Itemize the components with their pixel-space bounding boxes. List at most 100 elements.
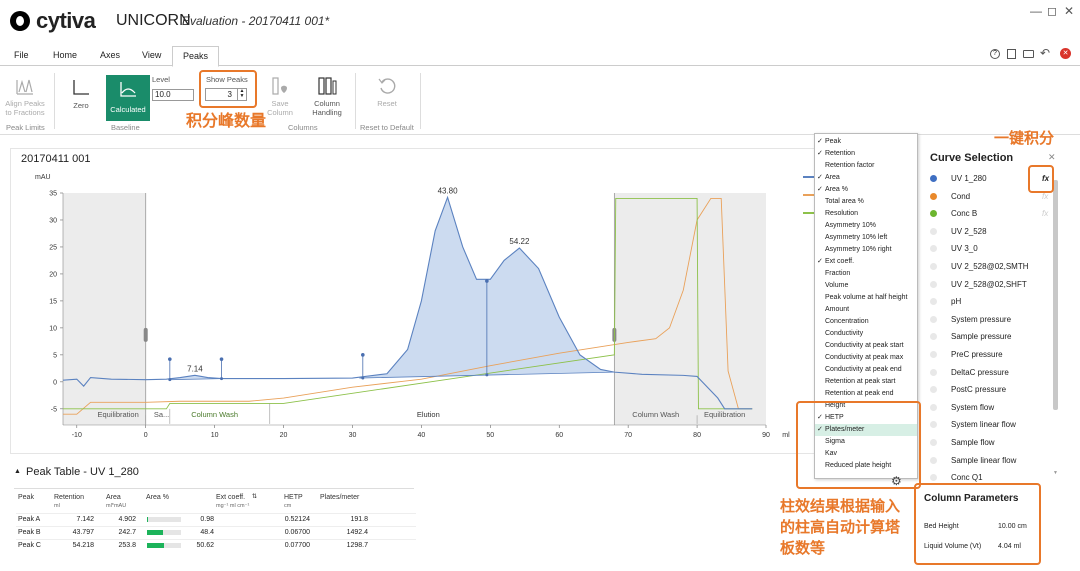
collapse-icon[interactable]: ▲ xyxy=(14,468,21,475)
curve-item[interactable]: System flow xyxy=(930,401,1050,415)
menu-file[interactable]: File xyxy=(14,50,29,60)
x-tick-label: 10 xyxy=(211,432,219,439)
menu-option[interactable]: ✓ Area xyxy=(815,172,917,184)
calculated-button[interactable]: Calculated xyxy=(106,75,150,121)
y-tick-label: 20 xyxy=(49,271,57,278)
menu-option-label: Volume xyxy=(825,282,849,289)
curve-color-dot-icon xyxy=(930,280,937,288)
curve-item-label: UV 3_0 xyxy=(951,244,978,254)
menu-option-label: Area xyxy=(825,174,840,181)
curve-item[interactable]: UV 2_528 xyxy=(930,225,1050,239)
menu-option[interactable]: Volume xyxy=(815,280,917,292)
menu-bar: File Home Axes View Peaks xyxy=(0,44,1080,67)
fx-integrate-icon[interactable]: fx xyxy=(1042,207,1048,221)
check-icon: ✓ xyxy=(817,174,823,181)
check-icon: ✓ xyxy=(817,138,823,145)
column-handling-button[interactable]: Column Handling xyxy=(306,99,348,117)
y-axis-label: mAU xyxy=(35,174,51,181)
x-tick-label: 80 xyxy=(693,432,701,439)
reset-button[interactable]: Reset xyxy=(370,99,404,108)
one-click-annotation: 一键积分 xyxy=(994,130,1055,147)
curve-item[interactable]: DeltaC pressure xyxy=(930,366,1050,380)
curve-color-dot-icon xyxy=(930,175,937,182)
curve-color-dot-icon xyxy=(930,315,937,323)
area-cell: 253.8 xyxy=(118,542,136,549)
retention-cell: 54.218 xyxy=(72,542,94,549)
y-tick-label: 30 xyxy=(49,217,57,224)
align-peaks-button[interactable]: Align Peaks to Fractions xyxy=(2,99,48,117)
save-column-button[interactable]: Save Column xyxy=(262,99,298,117)
curve-item[interactable]: UV 2_528@02,SMTH xyxy=(930,260,1050,274)
curve-item[interactable]: UV 2_528@02,SHFT xyxy=(930,278,1050,292)
close-document-icon[interactable]: ✕ xyxy=(1060,48,1071,59)
menu-home[interactable]: Home xyxy=(53,50,77,60)
col-header-retention: Retention xyxy=(54,494,84,501)
menu-option[interactable]: ✓ Ext coeff. xyxy=(815,256,917,268)
save-column-icon xyxy=(272,77,287,95)
print-icon[interactable] xyxy=(1023,50,1034,58)
menu-option[interactable]: Fraction xyxy=(815,268,917,280)
sort-icon: ⇅ xyxy=(252,494,258,500)
menu-option[interactable]: Asymmetry 10% xyxy=(815,220,917,232)
menu-option[interactable]: Retention at peak end xyxy=(815,388,917,400)
curve-item-label: PostC pressure xyxy=(951,385,1007,395)
fx-highlight xyxy=(1028,165,1054,193)
menu-option-label: Conductivity at peak max xyxy=(825,354,904,361)
curve-item-label: System linear flow xyxy=(951,420,1016,430)
help-icon[interactable]: ? xyxy=(990,49,1000,59)
menu-option[interactable]: ✓ Peak xyxy=(815,136,917,148)
menu-option-label: Fraction xyxy=(825,270,851,277)
range-handle xyxy=(143,327,148,342)
menu-option[interactable]: Conductivity at peak start xyxy=(815,340,917,352)
menu-option[interactable]: ✓ Area % xyxy=(815,184,917,196)
ribbon-toolbar: Align Peaks to Fractions Peak Limits Zer… xyxy=(0,67,1080,135)
curve-item[interactable]: Sample linear flow xyxy=(930,454,1050,468)
menu-option[interactable]: Total area % xyxy=(815,196,917,208)
menu-option[interactable]: Asymmetry 10% right xyxy=(815,244,917,256)
undo-icon[interactable]: ↶ xyxy=(1040,46,1050,60)
menu-option[interactable]: Conductivity xyxy=(815,328,917,340)
curve-item[interactable]: System pressure xyxy=(930,313,1050,327)
curve-list-scrollbar[interactable] xyxy=(1053,180,1058,410)
scroll-down-icon[interactable]: ▼ xyxy=(1053,470,1058,476)
menu-option[interactable]: ✓ Retention xyxy=(815,148,917,160)
minimize-button[interactable]: — xyxy=(1030,4,1042,18)
phase-label: Sa... xyxy=(154,410,169,419)
close-window-button[interactable]: ✕ xyxy=(1064,4,1074,18)
menu-option-label: Asymmetry 10% right xyxy=(825,246,892,253)
curve-item[interactable]: Sample pressure xyxy=(930,330,1050,344)
menu-option[interactable]: Peak volume at half height xyxy=(815,292,917,304)
y-tick-label: 10 xyxy=(49,325,57,332)
curve-item[interactable]: UV 3_0 xyxy=(930,242,1050,256)
menu-option[interactable]: Concentration xyxy=(815,316,917,328)
curve-item[interactable]: pH xyxy=(930,295,1050,309)
curve-item[interactable]: PreC pressure xyxy=(930,348,1050,362)
zero-button[interactable]: Zero xyxy=(64,101,98,110)
save-icon[interactable] xyxy=(1007,49,1016,59)
menu-option[interactable]: Amount xyxy=(815,304,917,316)
menu-axes[interactable]: Axes xyxy=(100,50,120,60)
menu-option[interactable]: Retention at peak start xyxy=(815,376,917,388)
menu-option-label: Concentration xyxy=(825,318,869,325)
curve-item[interactable]: Sample flow xyxy=(930,436,1050,450)
maximize-button[interactable]: ◻ xyxy=(1047,4,1057,18)
plates-cell: 191.8 xyxy=(350,516,368,523)
menu-option[interactable]: Conductivity at peak max xyxy=(815,352,917,364)
curve-item[interactable]: System linear flow xyxy=(930,418,1050,432)
curve-item[interactable]: PostC pressure xyxy=(930,383,1050,397)
peak-limit-dot xyxy=(220,377,224,381)
level-input[interactable]: 10.0 xyxy=(152,89,194,101)
menu-option[interactable]: Retention factor xyxy=(815,160,917,172)
menu-option[interactable]: Asymmetry 10% left xyxy=(815,232,917,244)
curve-item-label: DeltaC pressure xyxy=(951,367,1009,377)
curve-item[interactable]: Conc B fx xyxy=(930,207,1050,221)
menu-option-label: Amount xyxy=(825,306,850,313)
close-panel-icon[interactable]: ✕ xyxy=(1048,152,1056,163)
chromatogram-chart[interactable]: -5 0 5 10 15 20 25 30 35 -10 0 10 20 30 40 50 60 70 80 90 mA… xyxy=(11,149,911,455)
curve-item-label: PreC pressure xyxy=(951,350,1003,359)
menu-peaks[interactable]: Peaks xyxy=(172,46,220,67)
col-header-plates: Plates/meter xyxy=(320,494,360,501)
menu-view[interactable]: View xyxy=(142,50,161,60)
menu-option[interactable]: Conductivity at peak end xyxy=(815,364,917,376)
menu-option[interactable]: Resolution xyxy=(815,208,917,220)
